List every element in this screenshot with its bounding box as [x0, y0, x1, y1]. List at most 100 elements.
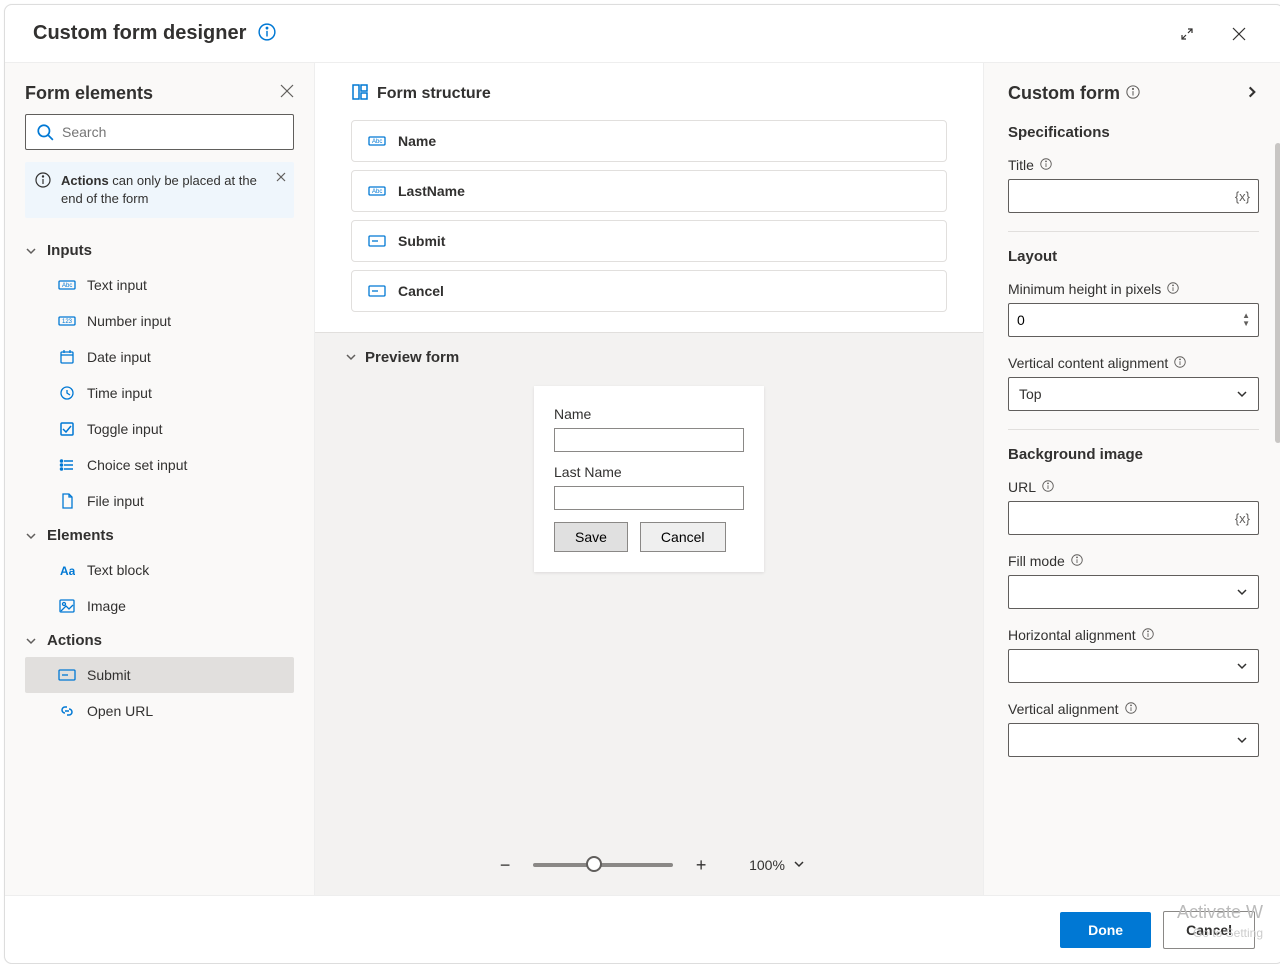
preview-label-name: Name	[554, 406, 744, 422]
specifications-heading: Specifications	[1008, 124, 1259, 141]
struct-item-lastname[interactable]: Abc LastName	[351, 170, 947, 212]
fillmode-select[interactable]	[1008, 575, 1259, 609]
svg-text:Abc: Abc	[372, 189, 382, 195]
info-icon[interactable]	[1167, 282, 1179, 297]
svg-text:Abc: Abc	[62, 283, 72, 289]
zoom-value: 100%	[749, 857, 785, 873]
preview-title: Preview form	[365, 349, 459, 366]
chevron-down-icon	[25, 635, 37, 647]
preview-input-lastname[interactable]	[554, 486, 744, 510]
info-banner: Actions can only be placed at the end of…	[25, 162, 294, 218]
preview-input-name[interactable]	[554, 428, 744, 452]
item-text-input[interactable]: Abc Text input	[25, 267, 294, 303]
item-image[interactable]: Image	[25, 588, 294, 624]
item-number-input[interactable]: 123 Number input	[25, 303, 294, 339]
item-toggle-input[interactable]: Toggle input	[25, 411, 294, 447]
search-input[interactable]	[25, 114, 294, 150]
chevron-down-icon[interactable]	[793, 857, 805, 873]
expand-icon[interactable]	[1171, 18, 1203, 50]
preview-save-button[interactable]: Save	[554, 522, 628, 552]
item-date-input[interactable]: Date input	[25, 339, 294, 375]
chevron-down-icon	[1236, 586, 1248, 598]
zoom-in-button[interactable]: +	[689, 853, 713, 877]
valign-label: Vertical content alignment	[1008, 355, 1168, 371]
item-submit[interactable]: Submit	[25, 657, 294, 693]
spinner-icon[interactable]: ▲▼	[1242, 312, 1250, 328]
preview-cancel-button[interactable]: Cancel	[640, 522, 726, 552]
form-structure-title: Form structure	[377, 85, 491, 103]
fx-icon[interactable]: {x}	[1235, 189, 1250, 204]
info-icon[interactable]	[258, 23, 276, 44]
info-icon[interactable]	[1071, 554, 1083, 569]
zoom-out-button[interactable]: −	[493, 853, 517, 877]
minheight-input[interactable]: ▲▼	[1008, 303, 1259, 337]
group-actions[interactable]: Actions	[25, 624, 294, 657]
form-elements-title: Form elements	[25, 83, 280, 104]
info-icon[interactable]	[1040, 158, 1052, 173]
chevron-down-icon	[25, 245, 37, 257]
image-icon	[57, 596, 77, 616]
text-input-icon: Abc	[57, 275, 77, 295]
title-input[interactable]: {x}	[1008, 179, 1259, 213]
url-label: URL	[1008, 479, 1036, 495]
divider	[1008, 429, 1259, 430]
submit-icon	[368, 235, 386, 247]
item-file-input[interactable]: File input	[25, 483, 294, 519]
cancel-button[interactable]: Cancel	[1163, 911, 1255, 949]
valignbg-select[interactable]	[1008, 723, 1259, 757]
search-field[interactable]	[62, 124, 283, 140]
info-icon[interactable]	[1125, 702, 1137, 717]
banner-close-icon[interactable]	[276, 170, 286, 187]
chevron-right-icon[interactable]	[1245, 85, 1259, 102]
group-inputs[interactable]: Inputs	[25, 234, 294, 267]
divider	[1008, 231, 1259, 232]
number-input-icon: 123	[57, 311, 77, 331]
zoom-thumb[interactable]	[586, 856, 602, 872]
item-text-block[interactable]: Aa Text block	[25, 552, 294, 588]
chevron-down-icon	[1236, 388, 1248, 400]
svg-text:Abc: Abc	[372, 139, 382, 145]
struct-item-cancel[interactable]: Cancel	[351, 270, 947, 312]
info-icon[interactable]	[1042, 480, 1054, 495]
item-time-input[interactable]: Time input	[25, 375, 294, 411]
svg-text:Aa: Aa	[60, 564, 75, 578]
chevron-down-icon[interactable]	[345, 350, 357, 366]
done-button[interactable]: Done	[1060, 912, 1151, 948]
info-icon	[35, 172, 51, 193]
preview-label-lastname: Last Name	[554, 464, 744, 480]
layout-heading: Layout	[1008, 248, 1259, 265]
zoom-slider[interactable]	[533, 863, 673, 867]
struct-item-submit[interactable]: Submit	[351, 220, 947, 262]
chevron-down-icon	[1236, 660, 1248, 672]
preview-card: Name Last Name Save Cancel	[534, 386, 764, 572]
info-icon[interactable]	[1174, 356, 1186, 371]
scrollbar[interactable]	[1275, 143, 1280, 443]
text-input-icon: Abc	[368, 134, 386, 148]
info-icon[interactable]	[1142, 628, 1154, 643]
fx-icon[interactable]: {x}	[1235, 511, 1250, 526]
group-elements[interactable]: Elements	[25, 519, 294, 552]
info-icon[interactable]	[1126, 85, 1140, 102]
struct-item-name[interactable]: Abc Name	[351, 120, 947, 162]
item-choice-set-input[interactable]: Choice set input	[25, 447, 294, 483]
halign-select[interactable]	[1008, 649, 1259, 683]
chevron-down-icon	[25, 530, 37, 542]
halign-label: Horizontal alignment	[1008, 627, 1136, 643]
close-panel-icon[interactable]	[280, 84, 294, 103]
fillmode-label: Fill mode	[1008, 553, 1065, 569]
valign-select[interactable]: Top	[1008, 377, 1259, 411]
dialog-title: Custom form designer	[33, 22, 246, 45]
file-icon	[57, 491, 77, 511]
item-open-url[interactable]: Open URL	[25, 693, 294, 729]
chevron-down-icon	[1236, 734, 1248, 746]
search-icon	[36, 123, 54, 141]
close-icon[interactable]	[1223, 18, 1255, 50]
list-icon	[57, 455, 77, 475]
text-icon: Aa	[57, 560, 77, 580]
calendar-icon	[57, 347, 77, 367]
text-input-icon: Abc	[368, 184, 386, 198]
checkbox-icon	[57, 419, 77, 439]
submit-icon	[57, 665, 77, 685]
clock-icon	[57, 383, 77, 403]
url-input[interactable]: {x}	[1008, 501, 1259, 535]
